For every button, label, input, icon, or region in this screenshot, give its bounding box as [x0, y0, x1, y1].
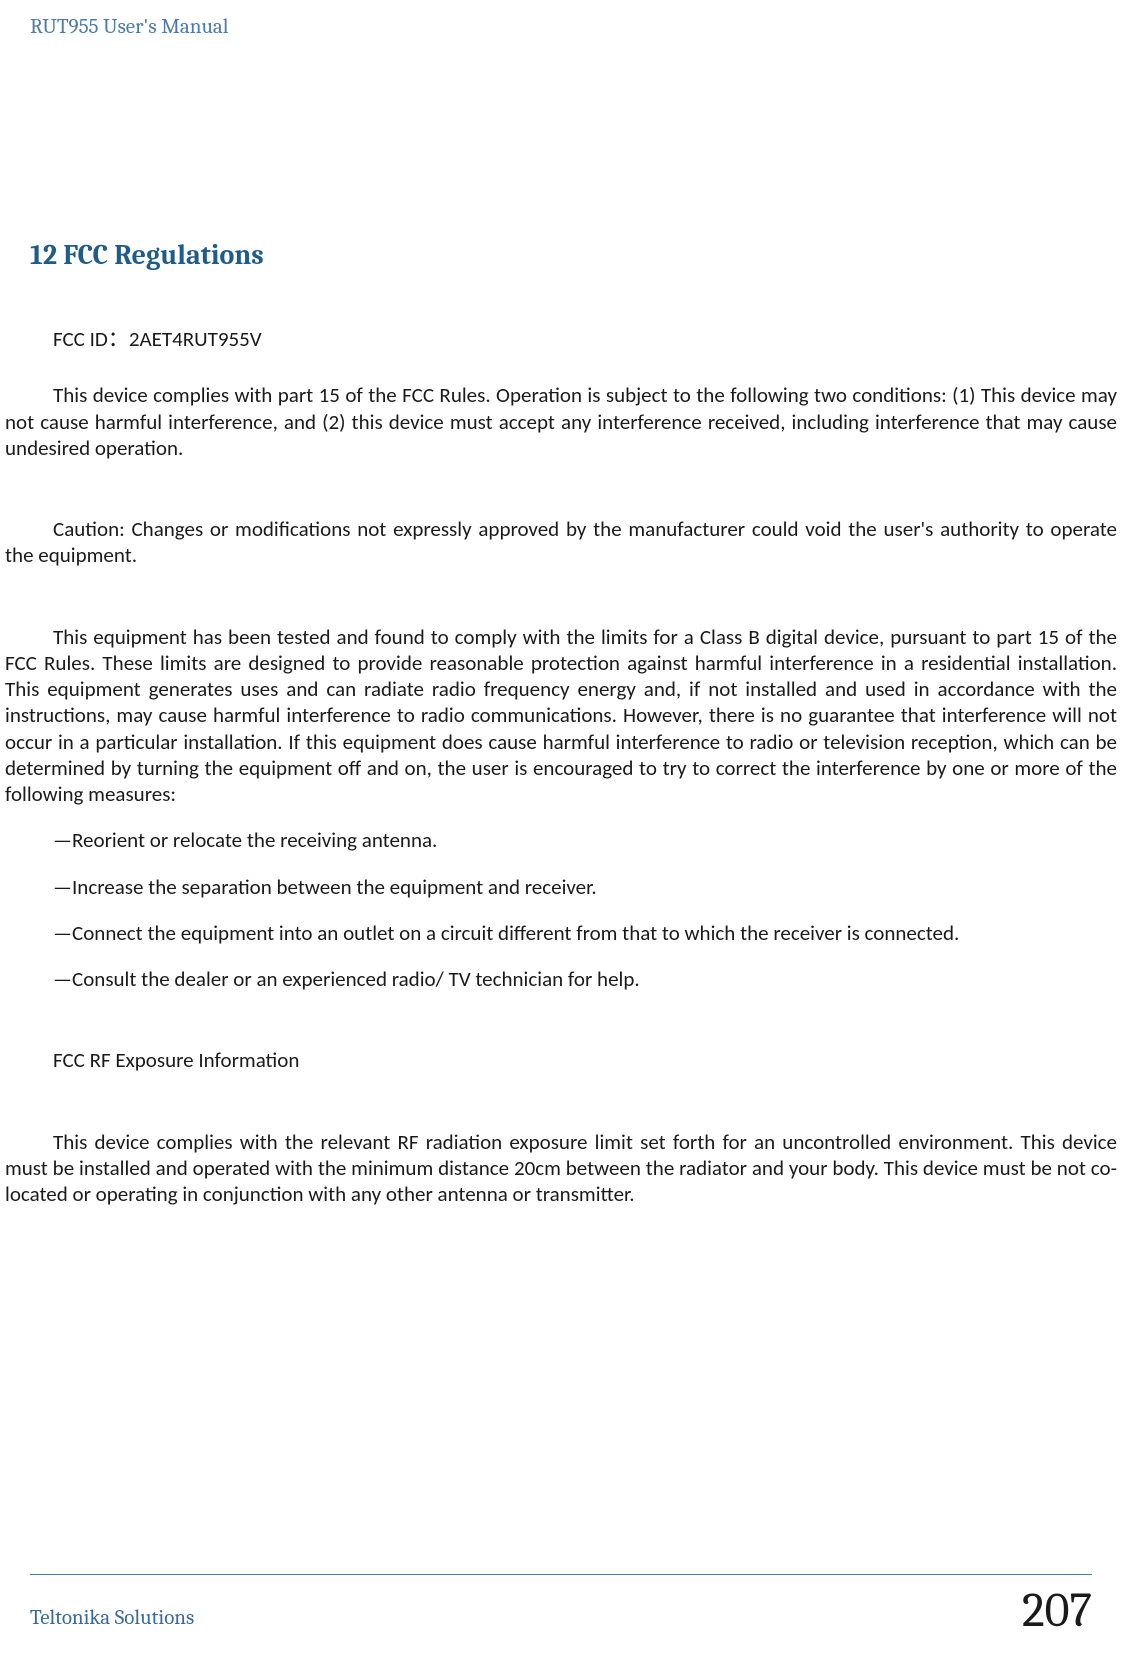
rf-body: This device complies with the relevant R…: [5, 1129, 1117, 1208]
measure-2: —Increase the separation between the equ…: [5, 874, 1117, 900]
footer-content: Teltonika Solutions 207: [30, 1583, 1092, 1638]
measure-1: —Reorient or relocate the receiving ante…: [5, 827, 1117, 853]
footer-divider: [30, 1574, 1092, 1575]
rf-heading: FCC RF Exposure Information: [5, 1047, 1117, 1073]
section-heading: 12 FCC Regulations: [0, 39, 1122, 271]
document-footer: Teltonika Solutions 207: [0, 1574, 1122, 1638]
fcc-id-text: FCC ID：2AET4RUT955V: [5, 326, 1117, 352]
footer-company: Teltonika Solutions: [30, 1606, 194, 1638]
document-body: FCC ID：2AET4RUT955V This device complies…: [0, 326, 1122, 1207]
caution-text: Caution: Changes or modifications not ex…: [5, 516, 1117, 569]
measure-4: —Consult the dealer or an experienced ra…: [5, 966, 1117, 992]
section-title-text: FCC Regulations: [63, 239, 263, 271]
header-title: RUT955 User's Manual: [30, 15, 228, 39]
document-header: RUT955 User's Manual: [0, 0, 1122, 39]
equipment-text: This equipment has been tested and found…: [5, 624, 1117, 808]
section-number: 12: [30, 239, 57, 271]
compliance-text: This device complies with part 15 of the…: [5, 382, 1117, 461]
footer-page-number: 207: [1022, 1583, 1092, 1638]
measure-3: —Connect the equipment into an outlet on…: [5, 920, 1117, 946]
